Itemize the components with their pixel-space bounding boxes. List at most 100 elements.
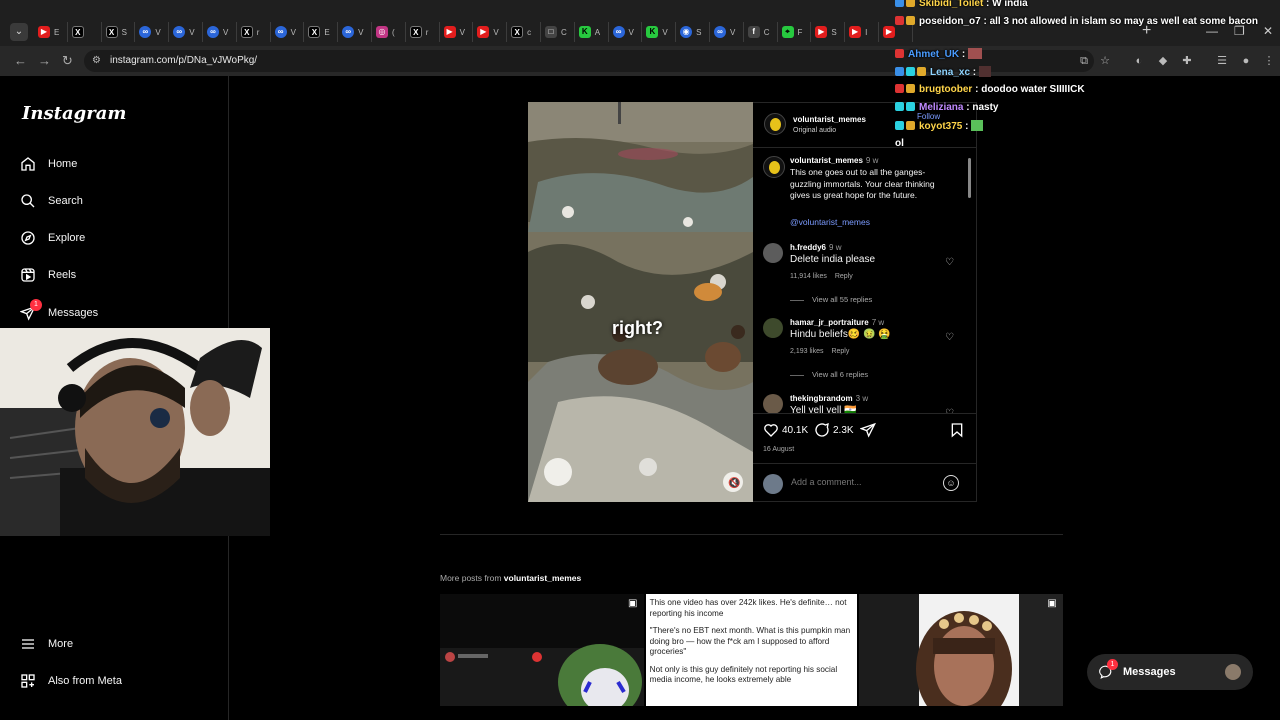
comment-username[interactable]: h.freddy6 [790,243,826,252]
nav-explore[interactable]: Explore [20,230,85,246]
url-text[interactable]: instagram.com/p/DNa_vJWoPkg/ [110,55,257,66]
comment-reply-button[interactable]: Reply [835,273,853,280]
tab-title: V [222,27,229,37]
caption-mention[interactable]: @voluntarist_memes [790,216,950,228]
bookmark-star-icon[interactable]: ☆ [1098,54,1112,68]
browser-tab[interactable]: XS [102,22,136,42]
tab-search-button[interactable]: ⌄ [10,23,28,41]
chat-emote [968,48,983,59]
browser-tab[interactable]: ⌖ F [778,22,812,42]
nav-also-from-meta-label: Also from Meta [48,675,122,687]
browser-tab[interactable]: ▶ S [811,22,846,42]
tab-title: V [189,27,195,37]
install-app-icon[interactable]: ⧉ [1077,54,1091,68]
browser-tab[interactable]: X [68,22,102,42]
more-posts-user[interactable]: voluntarist_memes [504,573,581,583]
browser-tab[interactable]: ∞ V [338,22,372,42]
nav-more[interactable]: More [20,636,73,652]
browser-tab[interactable]: ◉ S [676,22,710,42]
tab-list: ▶ E X X S ∞ V ∞ V ∞ V Xr ∞ V X E ∞ V ◎(Xr ▶ V ▶ V Xc □ C K A ∞ V K V ◉ S ∞… [34,22,913,42]
browser-tab[interactable]: Xr [237,22,271,42]
emoji-icon[interactable]: ☺ [943,475,959,491]
like-button[interactable]: 40.1K [763,422,808,438]
comment-time: 3 w [855,394,869,403]
profile-avatar[interactable]: ● [1239,54,1253,68]
caption-username[interactable]: voluntarist_memes [790,156,863,165]
browser-tab[interactable]: KV [642,22,677,42]
chat-icon: □ [544,26,557,38]
close-window-button[interactable]: ✕ [1263,24,1273,38]
comment-likes[interactable]: 11,914 likes [790,273,827,280]
back-button[interactable]: ← [14,53,27,68]
comment-input[interactable] [791,477,931,487]
forward-button[interactable]: → [38,53,51,68]
chat-badges [895,16,917,27]
browser-tab[interactable]: ▶ V [440,22,474,42]
more-post-thumbnail[interactable]: This one video has over 242k likes. He's… [645,594,858,706]
browser-tab[interactable]: ∞ V [609,22,643,42]
browser-tab[interactable]: ∞ V [271,22,305,42]
comments-scrollbar[interactable] [965,148,973,413]
browser-menu-icon[interactable]: ⋮ [1262,54,1276,68]
view-replies-button[interactable]: View all 55 replies [790,295,872,304]
tab-title: F [797,27,803,37]
author-avatar[interactable] [764,113,786,135]
share-button[interactable] [860,422,876,438]
browser-tab[interactable]: Xr [406,22,440,42]
tab-title: A [594,27,601,37]
browser-tab[interactable]: □ C [541,22,575,42]
messages-dock[interactable]: 1 Messages [1087,654,1253,690]
instagram-logo[interactable]: Instagram [22,103,126,124]
comment-avatar[interactable] [763,318,783,338]
nav-home[interactable]: Home [20,156,77,172]
browser-tab[interactable]: Xc [507,22,541,42]
audio-label[interactable]: Original audio [793,127,836,134]
browser-tab[interactable]: ∞ V [135,22,170,42]
more-post-thumbnail[interactable]: ▣ [440,594,644,706]
caption-avatar[interactable] [763,156,785,178]
reload-button[interactable]: ↻ [62,53,73,69]
nav-also-from-meta[interactable]: Also from Meta [20,673,122,689]
caption-header: voluntarist_memes 9 w [790,156,878,165]
save-button[interactable] [949,422,965,438]
comment-like-icon[interactable]: ♡ [945,332,954,343]
comment-username[interactable]: hamar_jr_portraiture [790,318,869,327]
mute-icon[interactable]: 🔇 [728,478,742,492]
extensions-puzzle-icon[interactable]: ✚ [1180,54,1194,68]
scrollbar-thumb[interactable] [968,158,971,198]
browser-tab[interactable]: ▶ E [34,22,68,42]
more-post-thumbnail[interactable]: ▣ [859,594,1064,706]
extension-icon-2[interactable]: ◆ [1156,54,1170,68]
comments-list[interactable]: voluntarist_memes 9 w This one goes out t… [753,147,977,413]
comment-like-icon[interactable]: ♡ [945,257,954,268]
tab-title: V [358,27,364,37]
browser-tab[interactable]: ▶ I [845,22,879,42]
browser-tab[interactable]: ∞ V [169,22,203,42]
browser-tab[interactable]: KA [575,22,609,42]
nav-reels[interactable]: Reels [20,267,76,283]
browser-tab[interactable]: ▶ V [473,22,508,42]
browser-tab[interactable]: fC [744,22,778,42]
comment-reply-button[interactable]: Reply [831,348,849,355]
browser-tab[interactable]: ∞ V [710,22,744,42]
chat-text: doodoo water SIIIIICK [981,84,1085,95]
comment-button[interactable]: 2.3K [814,422,854,438]
view-replies-button[interactable]: View all 6 replies [790,370,868,379]
comment-likes[interactable]: 2,193 likes [790,348,823,355]
comment-avatar[interactable] [763,394,783,413]
browser-tab[interactable]: ◎( [372,22,406,42]
comment-username[interactable]: thekingbrandom [790,394,853,403]
browser-tab[interactable]: XE [304,22,339,42]
nav-search[interactable]: Search [20,193,83,209]
tab-title: E [324,27,330,37]
copilot-icon: ∞ [206,26,219,38]
extension-icon-1[interactable]: ◐ [1132,54,1146,68]
author-username[interactable]: voluntarist_memes [793,115,866,124]
post-video[interactable]: right? 🔇 [528,102,753,502]
nav-messages[interactable]: 1 Messages [20,299,98,321]
browser-tab[interactable]: ∞ V [203,22,237,42]
site-info-icon[interactable]: ⚙ [92,55,104,67]
messages-dock-badge: 1 [1107,659,1118,670]
tab-sidebar-icon[interactable]: ☰ [1215,54,1229,68]
comment-avatar[interactable] [763,243,783,263]
